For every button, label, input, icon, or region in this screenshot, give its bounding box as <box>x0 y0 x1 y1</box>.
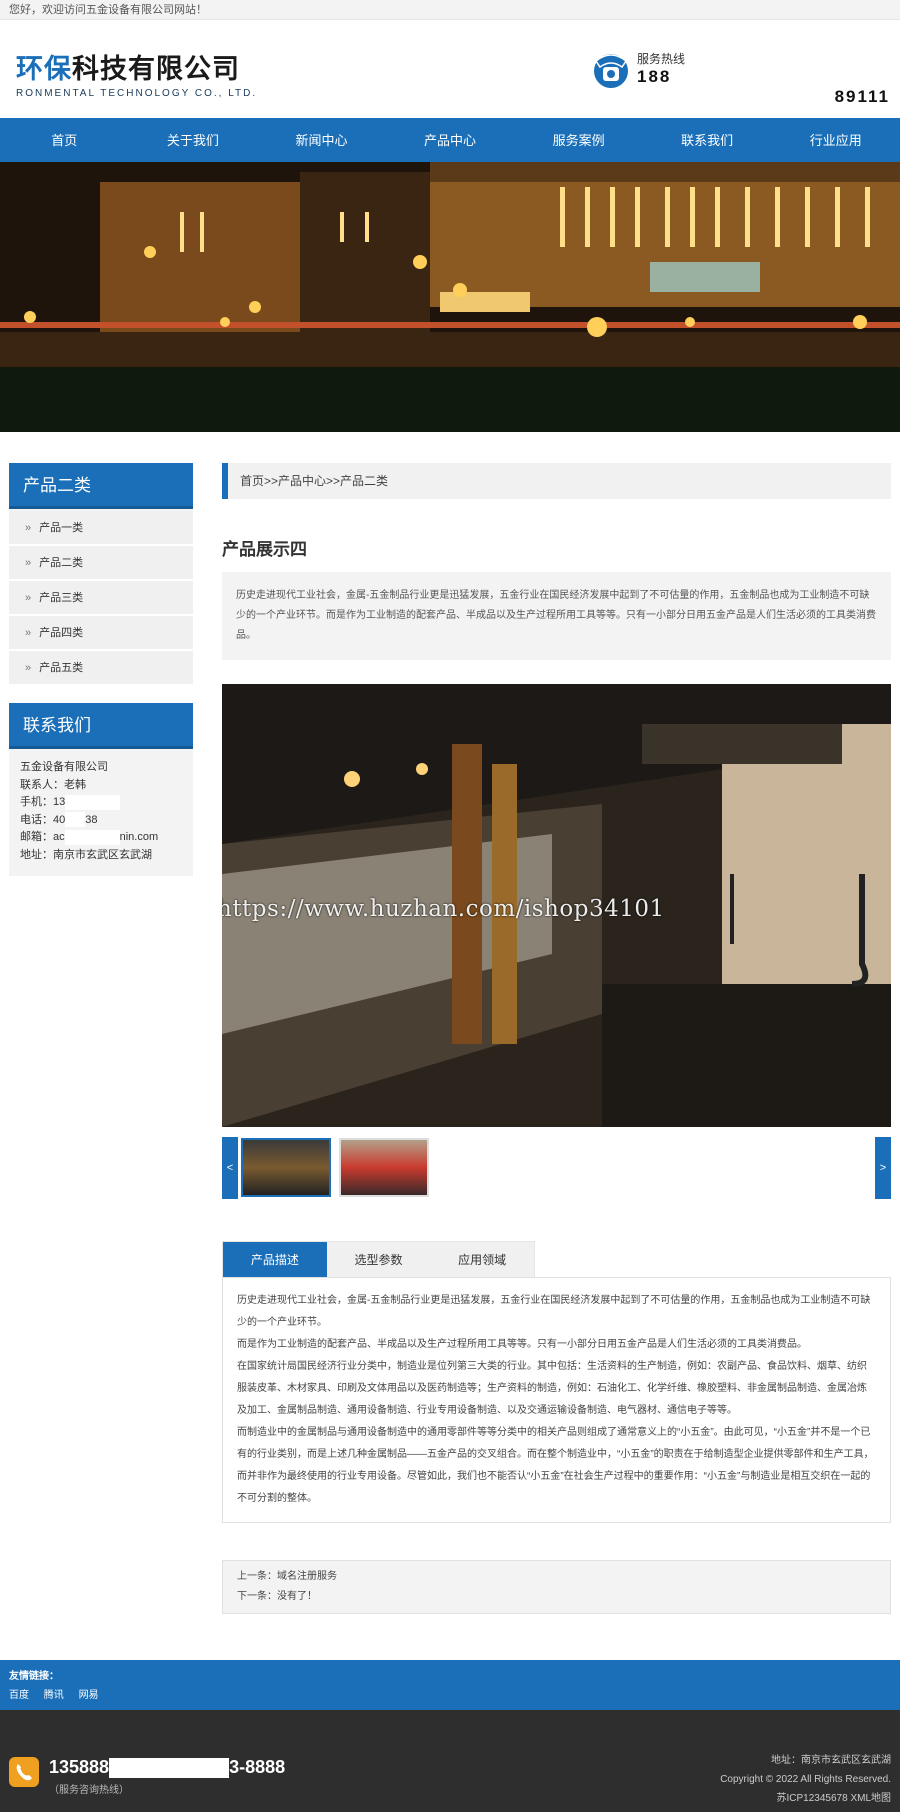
main-content: 首页>>产品中心>>产品二类 产品展示四 历史走进现代工业社会，金属-五金制品行… <box>222 463 891 1614</box>
phone-icon <box>9 1757 39 1787</box>
footer-address: 地址：南京市玄武区玄武湖 <box>771 1755 891 1766</box>
thumbnail-2[interactable] <box>339 1138 429 1197</box>
hotline-number-a: 188 <box>637 67 672 86</box>
description-paragraph: 而是作为工业制造的配套产品、半成品以及生产过程所用工具等等。只有一小部分日用五金… <box>237 1339 807 1350</box>
category-title: 产品二类 <box>9 463 193 509</box>
detail-tabs: 产品描述 选型参数 应用领域 <box>222 1241 535 1277</box>
nav-cases[interactable]: 服务案例 <box>514 118 643 162</box>
category-item[interactable]: » 产品五类 <box>9 651 193 686</box>
category-list: » 产品一类 » 产品二类 » 产品三类 » 产品四类 » 产品五类 <box>9 509 193 686</box>
hotline: 服务热线 188 89111 <box>590 47 890 106</box>
nav-home[interactable]: 首页 <box>0 118 129 162</box>
product-description: 历史走进现代工业社会，金属-五金制品行业更是迅猛发展，五金行业在国民经济发展中起… <box>222 1277 891 1523</box>
sidebar: 产品二类 » 产品一类 » 产品二类 » 产品三类 » 产品四类 » 产品五类 联系我们 … <box>9 463 193 876</box>
hotline-label: 服务热线 <box>637 52 686 66</box>
contact-company: 五金设备有限公司 <box>20 761 108 773</box>
footer-copyright: Copyright © 2022 All Rights Reserved. <box>720 1774 891 1785</box>
footer-phone-sub: （服务咨询热线） <box>49 1785 129 1796</box>
footer-phone-number: 135888 3-8888 <box>49 1757 286 1779</box>
chevron-right-icon: » <box>25 592 32 604</box>
next-link[interactable]: 下一条：没有了！ <box>237 1587 876 1607</box>
category-item[interactable]: » 产品一类 <box>9 511 193 546</box>
nav-industry[interactable]: 行业应用 <box>771 118 900 162</box>
category-item[interactable]: » 产品二类 <box>9 546 193 581</box>
site-header: 环保科技有限公司 RONMENTAL TECHNOLOGY CO., LTD. … <box>0 20 900 117</box>
nav-about[interactable]: 关于我们 <box>129 118 258 162</box>
contact-person: 联系人：老韩 <box>20 778 86 791</box>
contact-mobile: 手机：13 <box>20 794 183 812</box>
nav-contact[interactable]: 联系我们 <box>643 118 772 162</box>
product-intro: 历史走进现代工业社会，金属-五金制品行业更是迅猛发展，五金行业在国民经济发展中起… <box>222 572 891 660</box>
thumbnail-strip: < > <box>222 1137 891 1199</box>
site-footer: 135888 3-8888 （服务咨询热线） 地址：南京市玄武区玄武湖 Copyr… <box>0 1710 900 1812</box>
telephone-icon <box>594 54 628 88</box>
chevron-right-icon: » <box>25 557 32 569</box>
banner-image <box>0 162 900 432</box>
factory-night-photo <box>0 162 900 432</box>
hotline-number-b: 89111 <box>834 87 890 106</box>
contact-box: 联系我们 五金设备有限公司 联系人：老韩 手机：13 电话：40 38 邮箱：ac… <box>9 703 193 876</box>
contact-info: 五金设备有限公司 联系人：老韩 手机：13 电话：40 38 邮箱：ac nin.c… <box>9 749 193 876</box>
contact-phone: 电话：40 38 <box>20 812 98 828</box>
friend-link[interactable]: 百度 <box>9 1690 29 1701</box>
description-paragraph: 而制造业中的金属制品与通用设备制造中的通用零部件等等分类中的相关产品则组成了通常… <box>237 1427 874 1504</box>
thumb-next-button[interactable]: > <box>875 1137 891 1199</box>
tab-specs[interactable]: 选型参数 <box>327 1242 431 1277</box>
main-nav: 首页 关于我们 新闻中心 产品中心 服务案例 联系我们 行业应用 <box>0 117 900 162</box>
description-paragraph: 在国家统计局国民经济行业分类中，制造业是位列第三大类的行业。其中包括：生活资料的… <box>237 1361 867 1416</box>
contact-address: 地址：南京市玄武区玄武湖 <box>20 848 152 861</box>
friend-link[interactable]: 腾讯 <box>44 1690 64 1701</box>
thumb-prev-button[interactable]: < <box>222 1137 238 1199</box>
breadcrumb: 首页>>产品中心>>产品二类 <box>222 463 891 499</box>
contact-email: 邮箱：ac nin.com <box>20 829 159 845</box>
footer-info: 地址：南京市玄武区玄武湖 Copyright © 2022 All Rights… <box>720 1751 891 1808</box>
watermark-url: https://www.huzhan.com/ishop34101 <box>222 896 665 922</box>
nav-products[interactable]: 产品中心 <box>386 118 515 162</box>
top-welcome-bar: 您好，欢迎访问五金设备有限公司网站！ <box>0 0 900 20</box>
friend-links: 友情链接： 百度 腾讯 网易 <box>0 1660 900 1710</box>
product-title: 产品展示四 <box>222 540 307 560</box>
footer-icp[interactable]: 苏ICP12345678 <box>776 1793 847 1804</box>
description-paragraph: 历史走进现代工业社会，金属-五金制品行业更是迅猛发展，五金行业在国民经济发展中起… <box>237 1295 871 1328</box>
friend-links-title: 友情链接： <box>9 1671 59 1682</box>
welcome-text: 您好，欢迎访问五金设备有限公司网站！ <box>9 4 207 16</box>
thumbnail-1[interactable] <box>241 1138 331 1197</box>
site-logo[interactable]: 环保科技有限公司 RONMENTAL TECHNOLOGY CO., LTD. <box>16 47 257 99</box>
tab-applications[interactable]: 应用领域 <box>430 1242 534 1277</box>
friend-link[interactable]: 网易 <box>79 1690 99 1701</box>
category-item[interactable]: » 产品三类 <box>9 581 193 616</box>
prev-next-links: 上一条：域名注册服务 下一条：没有了！ <box>222 1560 891 1614</box>
footer-xml-sitemap[interactable]: XML地图 <box>850 1793 891 1804</box>
product-main-photo[interactable]: https://www.huzhan.com/ishop34101 <box>222 684 891 1127</box>
prev-link[interactable]: 上一条：域名注册服务 <box>237 1567 876 1587</box>
logo-chinese: 环保科技有限公司 <box>16 54 240 85</box>
nav-news[interactable]: 新闻中心 <box>257 118 386 162</box>
logo-english: RONMENTAL TECHNOLOGY CO., LTD. <box>16 88 258 99</box>
chevron-right-icon: » <box>25 522 32 534</box>
chevron-right-icon: » <box>25 627 32 639</box>
tab-description[interactable]: 产品描述 <box>223 1242 327 1277</box>
category-item[interactable]: » 产品四类 <box>9 616 193 651</box>
chevron-right-icon: » <box>25 662 32 674</box>
contact-title: 联系我们 <box>9 703 193 749</box>
